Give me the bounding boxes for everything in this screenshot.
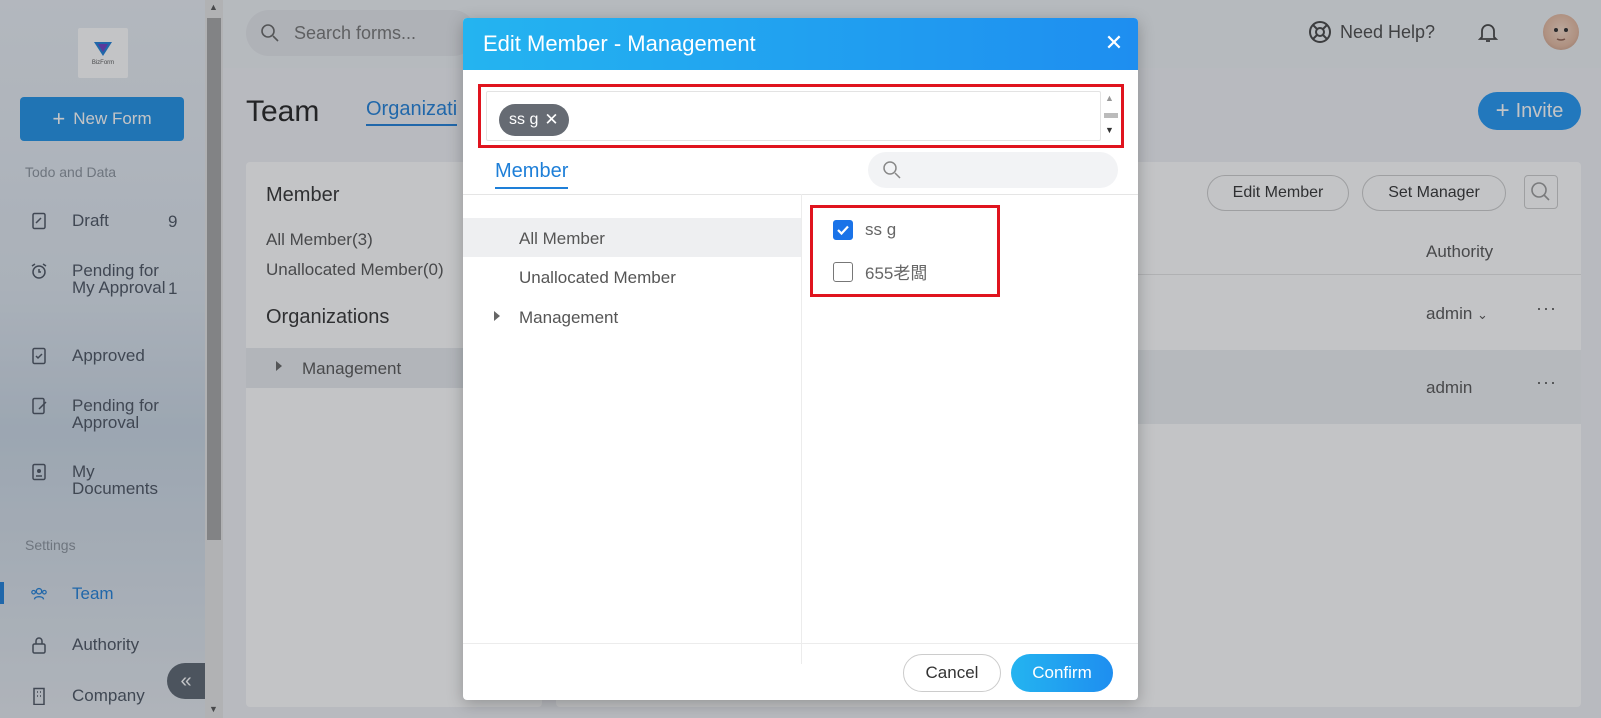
selected-field-scrollbar[interactable]: ▲ ▼ <box>1101 91 1119 141</box>
cancel-button[interactable]: Cancel <box>903 654 1001 692</box>
member-option-655[interactable]: 655老闆 <box>833 259 927 284</box>
dialog-title: Edit Member - Management <box>483 31 756 56</box>
dialog-footer-divider <box>463 643 1138 644</box>
member-search-input[interactable] <box>910 160 1100 177</box>
scroll-down-icon[interactable]: ▼ <box>1105 125 1114 135</box>
member-search-box[interactable] <box>868 152 1118 188</box>
member-option-ss-g[interactable]: ss g <box>833 220 896 240</box>
tree-item-label: Management <box>519 308 619 327</box>
member-name: ss g <box>865 220 897 239</box>
edit-member-dialog: Edit Member - Management ✕ ss g ✕ ▲ ▼ Me… <box>463 18 1138 700</box>
selected-members-field[interactable]: ss g ✕ <box>486 91 1101 141</box>
scroll-up-icon[interactable]: ▲ <box>1105 93 1114 103</box>
tree-item-label: All Member <box>519 229 605 248</box>
tree-item-unallocated-member[interactable]: Unallocated Member <box>463 257 801 296</box>
checkbox-checked[interactable] <box>833 220 853 240</box>
selected-chip: ss g ✕ <box>499 104 569 136</box>
remove-chip-icon[interactable]: ✕ <box>544 110 558 130</box>
member-name: 655老闆 <box>865 264 928 283</box>
close-icon[interactable]: ✕ <box>1103 32 1125 54</box>
dialog-header: Edit Member - Management ✕ <box>463 18 1138 70</box>
tree-item-management[interactable]: Management <box>463 297 801 336</box>
scrollbar-thumb[interactable] <box>1104 113 1118 118</box>
search-icon <box>883 161 901 179</box>
chip-label: ss g <box>509 111 539 128</box>
tab-member[interactable]: Member <box>495 160 569 189</box>
caret-right-icon[interactable] <box>494 311 500 321</box>
dialog-column-divider <box>801 194 802 664</box>
tree-item-all-member[interactable]: All Member <box>463 218 801 257</box>
confirm-button[interactable]: Confirm <box>1011 654 1113 692</box>
selected-members-highlight: ss g ✕ ▲ ▼ <box>478 84 1124 148</box>
checkbox-unchecked[interactable] <box>833 261 853 282</box>
checkmark-icon <box>837 225 849 236</box>
tree-item-label: Unallocated Member <box>519 268 676 287</box>
member-list-highlight: ss g 655老闆 <box>810 205 1000 297</box>
